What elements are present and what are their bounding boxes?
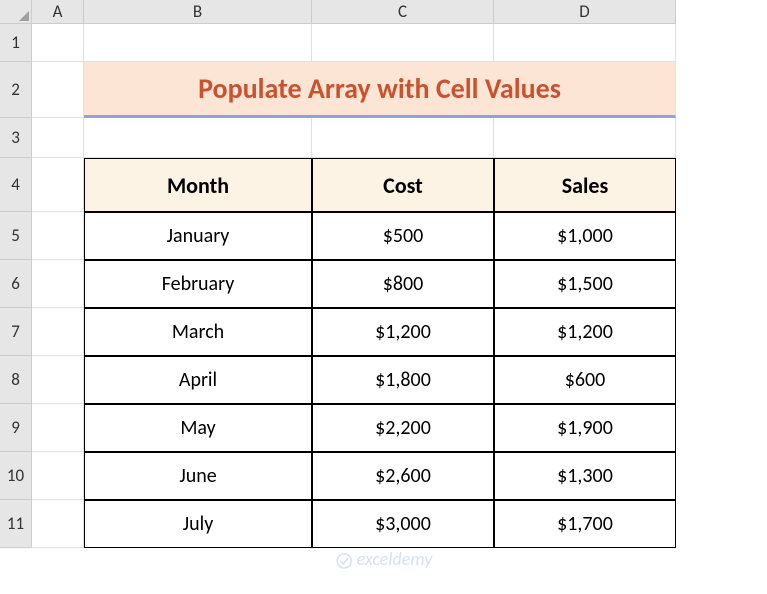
cell-a11[interactable] [32, 500, 84, 548]
header-sales[interactable]: Sales [494, 158, 676, 212]
cell-a3[interactable] [32, 118, 84, 158]
col-header-c[interactable]: C [312, 0, 494, 24]
data-cost-0[interactable]: $500 [312, 212, 494, 260]
cell-a9[interactable] [32, 404, 84, 452]
row-header-7[interactable]: 7 [0, 308, 32, 356]
cell-c3[interactable] [312, 118, 494, 158]
select-all-corner[interactable] [0, 0, 32, 24]
cell-a4[interactable] [32, 158, 84, 212]
row-header-3[interactable]: 3 [0, 118, 32, 158]
cell-b1[interactable] [84, 24, 312, 62]
row-header-6[interactable]: 6 [0, 260, 32, 308]
spreadsheet-grid: A B C D 1 2 Populate Array with Cell Val… [0, 0, 767, 548]
cell-a2[interactable] [32, 62, 84, 118]
row-header-9[interactable]: 9 [0, 404, 32, 452]
data-month-0[interactable]: January [84, 212, 312, 260]
row-header-1[interactable]: 1 [0, 24, 32, 62]
header-cost[interactable]: Cost [312, 158, 494, 212]
cell-a6[interactable] [32, 260, 84, 308]
data-cost-6[interactable]: $3,000 [312, 500, 494, 548]
watermark: exceldemy [335, 548, 433, 570]
watermark-text: exceldemy [357, 548, 433, 570]
cell-a5[interactable] [32, 212, 84, 260]
data-month-4[interactable]: May [84, 404, 312, 452]
row-header-4[interactable]: 4 [0, 158, 32, 212]
data-sales-2[interactable]: $1,200 [494, 308, 676, 356]
data-cost-4[interactable]: $2,200 [312, 404, 494, 452]
data-cost-2[interactable]: $1,200 [312, 308, 494, 356]
cell-a7[interactable] [32, 308, 84, 356]
row-header-5[interactable]: 5 [0, 212, 32, 260]
row-header-2[interactable]: 2 [0, 62, 32, 118]
row-header-11[interactable]: 11 [0, 500, 32, 548]
watermark-icon [335, 552, 353, 570]
data-sales-6[interactable]: $1,700 [494, 500, 676, 548]
col-header-d[interactable]: D [494, 0, 676, 24]
header-month[interactable]: Month [84, 158, 312, 212]
data-month-2[interactable]: March [84, 308, 312, 356]
data-sales-3[interactable]: $600 [494, 356, 676, 404]
col-header-b[interactable]: B [84, 0, 312, 24]
cell-a8[interactable] [32, 356, 84, 404]
title-cell[interactable]: Populate Array with Cell Values [84, 62, 676, 118]
row-header-8[interactable]: 8 [0, 356, 32, 404]
data-month-5[interactable]: June [84, 452, 312, 500]
data-cost-1[interactable]: $800 [312, 260, 494, 308]
cell-d1[interactable] [494, 24, 676, 62]
data-month-6[interactable]: July [84, 500, 312, 548]
cell-d3[interactable] [494, 118, 676, 158]
cell-a10[interactable] [32, 452, 84, 500]
data-month-1[interactable]: February [84, 260, 312, 308]
cell-a1[interactable] [32, 24, 84, 62]
row-header-10[interactable]: 10 [0, 452, 32, 500]
data-cost-5[interactable]: $2,600 [312, 452, 494, 500]
data-sales-5[interactable]: $1,300 [494, 452, 676, 500]
data-sales-4[interactable]: $1,900 [494, 404, 676, 452]
cell-c1[interactable] [312, 24, 494, 62]
data-sales-0[interactable]: $1,000 [494, 212, 676, 260]
data-sales-1[interactable]: $1,500 [494, 260, 676, 308]
cell-b3[interactable] [84, 118, 312, 158]
col-header-a[interactable]: A [32, 0, 84, 24]
data-cost-3[interactable]: $1,800 [312, 356, 494, 404]
data-month-3[interactable]: April [84, 356, 312, 404]
